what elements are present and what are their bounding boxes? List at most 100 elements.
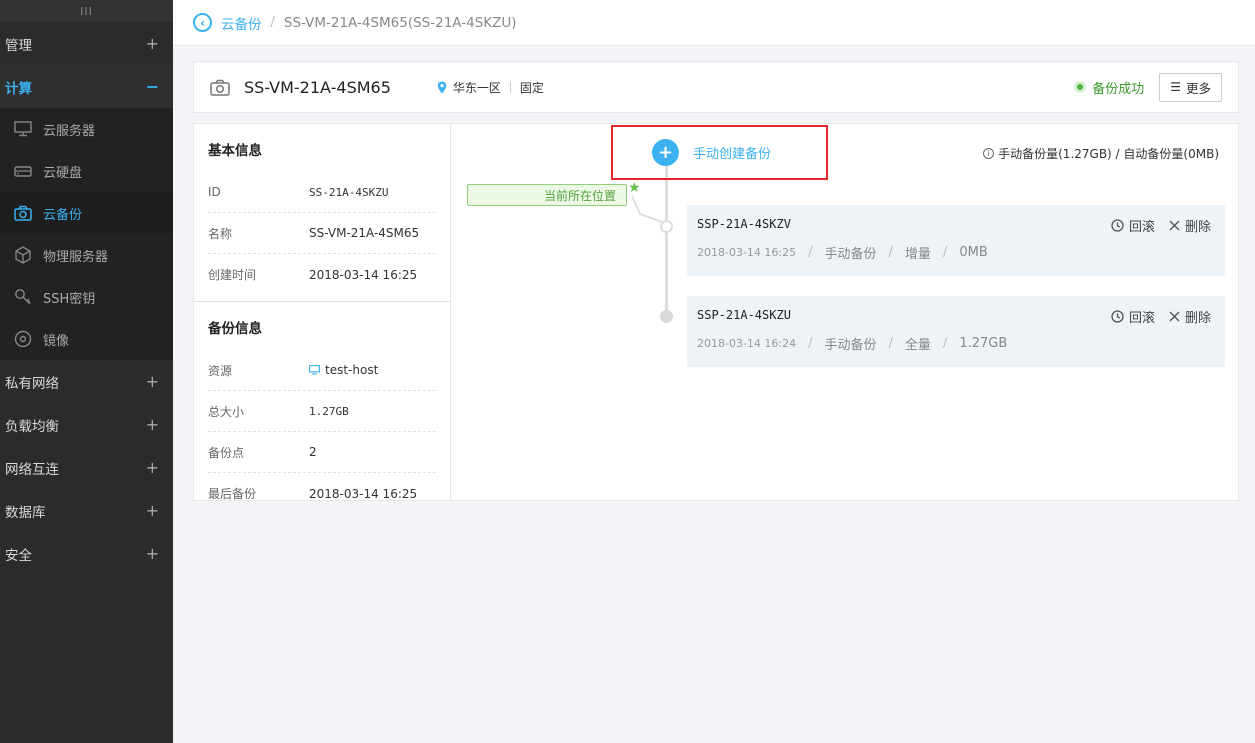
rollback-button[interactable]: 回滚 xyxy=(1111,216,1155,235)
info-key: 资源 xyxy=(208,363,233,378)
sidebar-item-label: 云备份 xyxy=(43,207,83,223)
snapshot-mode: 全量 xyxy=(904,338,931,353)
resource-link[interactable]: test-host xyxy=(309,363,378,377)
sidebar-group-label: 负载均衡 xyxy=(5,418,59,435)
sidebar-item-label: 镜像 xyxy=(43,333,70,349)
camera-icon xyxy=(13,203,33,223)
info-key: 名称 xyxy=(208,226,233,241)
meta-separator: / xyxy=(808,336,813,351)
sidebar-group-compute[interactable]: 计算 − xyxy=(0,65,173,108)
snapshot-kind: 手动备份 xyxy=(824,247,877,262)
location-pin-icon xyxy=(437,81,447,94)
rollback-button[interactable]: 回滚 xyxy=(1111,307,1155,326)
expand-icon: + xyxy=(145,415,159,434)
sidebar-groups-bottom: 私有网络 + 负载均衡 + 网络互连 + 数据库 + 安全 + xyxy=(0,360,173,575)
sidebar-item-label: SSH密钥 xyxy=(43,291,96,307)
sidebar-group-label: 网络互连 xyxy=(5,461,59,478)
sidebar-group-label: 数据库 xyxy=(5,504,46,521)
info-key: 创建时间 xyxy=(208,268,257,282)
plus-icon: + xyxy=(652,139,679,166)
sidebar-group-label: 私有网络 xyxy=(5,375,59,392)
create-backup-button[interactable]: + 手动创建备份 xyxy=(652,139,771,166)
sidebar-group-load-balancer[interactable]: 负载均衡 + xyxy=(0,403,173,446)
info-column: 基本信息 ID SS-21A-4SKZU 名称 SS-VM-21A-4SM65 … xyxy=(194,124,451,501)
expand-icon: + xyxy=(145,372,159,391)
sidebar-group-manage[interactable]: 管理 + xyxy=(0,22,173,65)
breadcrumb: ‹ 云备份 / SS-VM-21A-4SM65(SS-21A-4SKZU) xyxy=(173,0,1255,46)
sidebar-item-ssh-key[interactable]: SSH密钥 xyxy=(0,276,173,318)
backup-timeline: + 手动创建备份 i 手动备份量(1.27GB) / 自动备份量(0MB) 当前… xyxy=(452,124,1238,500)
delete-label: 删除 xyxy=(1184,220,1211,235)
close-icon xyxy=(1169,220,1180,231)
monitor-icon xyxy=(309,365,320,375)
collapse-icon: − xyxy=(145,77,159,96)
snapshot-meta: 2018-03-14 16:24 / 手动备份 / 全量 / 1.27GB xyxy=(697,334,1215,353)
sidebar-item-cloud-backup[interactable]: 云备份 xyxy=(0,192,173,234)
info-value: 2018-03-14 16:25 xyxy=(309,486,418,501)
sidebar-group-label: 计算 xyxy=(5,80,32,97)
snapshot-size: 0MB xyxy=(959,245,988,260)
basic-info-section: 基本信息 ID SS-21A-4SKZU 名称 SS-VM-21A-4SM65 … xyxy=(194,124,450,295)
back-icon[interactable]: ‹ xyxy=(193,13,212,32)
divider xyxy=(509,81,511,93)
more-button[interactable]: ☰ 更多 xyxy=(1159,72,1222,102)
cube-icon xyxy=(13,245,33,265)
timeline-line xyxy=(665,164,668,316)
expand-icon: + xyxy=(145,544,159,563)
sidebar-collapse-handle[interactable]: III xyxy=(0,0,173,22)
region-label: 华东一区 xyxy=(452,80,501,95)
sidebar-item-cloud-disk[interactable]: 云硬盘 xyxy=(0,150,173,192)
info-key: 总大小 xyxy=(208,404,245,419)
breadcrumb-separator: / xyxy=(270,15,275,30)
delete-button[interactable]: 删除 xyxy=(1169,216,1211,235)
delete-label: 删除 xyxy=(1184,311,1211,326)
snapshot-time: 2018-03-14 16:25 xyxy=(697,246,797,259)
detail-panel: 基本信息 ID SS-21A-4SKZU 名称 SS-VM-21A-4SM65 … xyxy=(193,123,1239,501)
expand-icon: + xyxy=(145,501,159,520)
resource-header: SS-VM-21A-4SM65 华东一区 固定 备份成功 ☰ 更多 xyxy=(193,61,1239,113)
snapshot-card: SSP-21A-4SKZU 2018-03-14 16:24 / 手动备份 / … xyxy=(687,296,1225,367)
snapshot-meta: 2018-03-14 16:25 / 手动备份 / 增量 / 0MB xyxy=(697,243,1215,262)
sidebar-item-physical-server[interactable]: 物理服务器 xyxy=(0,234,173,276)
rollback-label: 回滚 xyxy=(1128,220,1155,235)
sidebar-group-label: 管理 xyxy=(5,37,32,54)
timeline-node xyxy=(660,310,673,323)
sidebar-item-image[interactable]: 镜像 xyxy=(0,318,173,360)
delete-button[interactable]: 删除 xyxy=(1169,307,1211,326)
info-value: 2018-03-14 16:25 xyxy=(309,267,418,282)
info-value: 1.27GB xyxy=(309,404,349,418)
sidebar-item-label: 物理服务器 xyxy=(43,249,109,265)
meta-separator: / xyxy=(942,336,948,351)
section-title: 基本信息 xyxy=(208,143,262,159)
status-badge: 备份成功 xyxy=(1092,81,1145,97)
info-key: ID xyxy=(208,185,221,199)
current-position-tag: 当前所在位置 xyxy=(467,184,627,206)
clock-icon xyxy=(1111,219,1124,232)
disc-icon xyxy=(13,329,33,349)
resource-link-label: test-host xyxy=(325,363,379,377)
sidebar-group-label: 安全 xyxy=(5,547,32,564)
sidebar-item-cloud-server[interactable]: 云服务器 xyxy=(0,108,173,150)
info-row-total-size: 总大小 1.27GB xyxy=(208,391,436,432)
meta-separator: / xyxy=(942,245,948,260)
sidebar-group-security[interactable]: 安全 + xyxy=(0,532,173,575)
info-icon: i xyxy=(983,148,995,159)
info-row-name: 名称 SS-VM-21A-4SM65 xyxy=(208,213,436,254)
sidebar-group-vpc[interactable]: 私有网络 + xyxy=(0,360,173,403)
meta-separator: / xyxy=(888,336,893,351)
info-key: 最后备份 xyxy=(208,487,257,501)
sidebar-group-database[interactable]: 数据库 + xyxy=(0,489,173,532)
monitor-icon xyxy=(13,119,33,139)
expand-icon: + xyxy=(145,458,159,477)
page-title: SS-VM-21A-4SM65 xyxy=(244,77,391,97)
sidebar-group-interconnect[interactable]: 网络互连 + xyxy=(0,446,173,489)
breadcrumb-parent-link[interactable]: 云备份 xyxy=(221,13,262,33)
snapshot-actions: 回滚 删除 xyxy=(1111,307,1211,326)
disk-icon xyxy=(13,161,33,181)
clock-icon xyxy=(1111,310,1124,323)
snapshot-mode: 增量 xyxy=(904,247,931,262)
info-value: 2 xyxy=(309,445,317,459)
snapshot-time: 2018-03-14 16:24 xyxy=(697,337,797,350)
info-row-last-backup: 最后备份 2018-03-14 16:25 xyxy=(208,473,436,514)
snapshot-kind: 手动备份 xyxy=(824,338,877,353)
